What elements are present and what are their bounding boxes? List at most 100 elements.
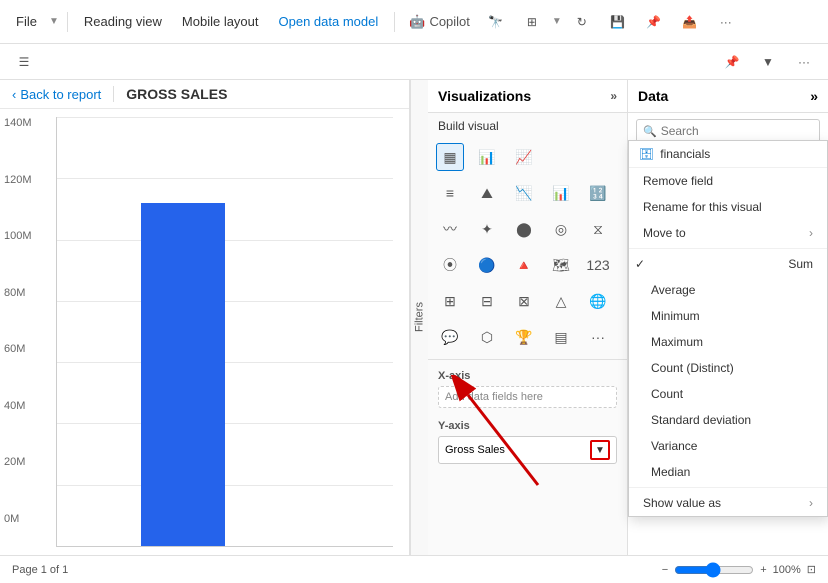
ctx-divider2: [629, 487, 827, 488]
menubar: File ▼ Reading view Mobile layout Open d…: [0, 0, 828, 44]
ctx-maximum-label: Maximum: [651, 335, 703, 349]
viz-qa-icon[interactable]: 💬: [436, 323, 464, 351]
viz-bar4-icon[interactable]: 🔢: [584, 179, 612, 207]
ctx-average[interactable]: Average: [629, 277, 827, 303]
report-header: ‹ Back to report GROSS SALES: [0, 80, 409, 109]
refresh-icon[interactable]: ↻: [566, 6, 598, 38]
viz-donut-icon[interactable]: ◎: [547, 215, 575, 243]
zoom-plus-icon[interactable]: +: [760, 564, 766, 576]
menu-sep-1: [67, 12, 68, 32]
viz-panel-header: Visualizations »: [428, 80, 627, 113]
ctx-show-value-as[interactable]: Show value as ›: [629, 490, 827, 516]
ctx-std-dev-label: Standard deviation: [651, 413, 751, 427]
ctx-db-icon: 🗄: [639, 147, 654, 161]
ctx-divider1: [629, 248, 827, 249]
hamburger-icon[interactable]: ☰: [8, 46, 40, 78]
grid-icon[interactable]: ⊞: [516, 6, 548, 38]
viz-grid2-icon[interactable]: ⊠: [510, 287, 538, 315]
viz-table-icon[interactable]: ⊞: [436, 287, 464, 315]
ctx-show-value-as-arrow: ›: [809, 496, 813, 510]
back-report-label: Back to report: [20, 87, 101, 102]
search-input[interactable]: [661, 124, 816, 138]
ctx-median[interactable]: Median: [629, 459, 827, 485]
statusbar: Page 1 of 1 − + 100% ⊡: [0, 555, 828, 583]
y-axis-dropdown-button[interactable]: ▼: [590, 440, 610, 460]
y-label-40m: 40M: [4, 400, 32, 412]
reading-view-menu[interactable]: Reading view: [76, 10, 170, 33]
filters-sidebar[interactable]: Filters: [410, 80, 428, 555]
mobile-layout-menu[interactable]: Mobile layout: [174, 10, 267, 33]
chart-area: 140M 120M 100M 80M 60M 40M 20M 0M: [0, 109, 409, 555]
viz-area-icon[interactable]: ⛰: [473, 179, 501, 207]
y-axis-section: Y-axis Gross Sales ▼: [428, 414, 627, 470]
viz-more-icon[interactable]: ···: [584, 323, 612, 351]
file-menu[interactable]: File: [8, 10, 45, 33]
ctx-minimum[interactable]: Minimum: [629, 303, 827, 329]
viz-combo-icon[interactable]: 📉: [510, 179, 538, 207]
viz-bar5-icon[interactable]: ▤: [547, 323, 575, 351]
viz-kpi-icon[interactable]: 🔵: [473, 251, 501, 279]
viz-line-icon[interactable]: 📈: [510, 143, 538, 171]
ctx-variance-label: Variance: [651, 439, 697, 453]
ctx-average-label: Average: [651, 283, 695, 297]
filter2-icon[interactable]: ▼: [752, 46, 784, 78]
x-axis-placeholder[interactable]: Add data fields here: [438, 386, 617, 408]
y-axis-field-label: Gross Sales: [445, 444, 505, 456]
y-label-20m: 20M: [4, 456, 32, 468]
ctx-maximum[interactable]: Maximum: [629, 329, 827, 355]
y-axis-field[interactable]: Gross Sales ▼: [438, 436, 617, 464]
viz-scatter-icon[interactable]: ✦: [473, 215, 501, 243]
viz-expand-icon[interactable]: »: [610, 89, 617, 103]
ctx-sum[interactable]: Sum: [629, 251, 827, 277]
viz-type-grid-row1: ▦ 📊 📈: [428, 139, 627, 175]
binoculars-icon[interactable]: 🔭: [480, 6, 512, 38]
pin2-icon[interactable]: 📌: [716, 46, 748, 78]
share-icon[interactable]: 📤: [674, 6, 706, 38]
viz-stacked-bar-icon[interactable]: ≡: [436, 179, 464, 207]
more2-icon[interactable]: ···: [788, 46, 820, 78]
back-arrow-icon: ‹: [12, 87, 16, 102]
copilot-icon[interactable]: 🤖 Copilot: [403, 6, 476, 38]
ctx-variance[interactable]: Variance: [629, 433, 827, 459]
viz-funnel-icon[interactable]: ⧖: [584, 215, 612, 243]
pin-icon[interactable]: 📌: [638, 6, 670, 38]
filters-label: Filters: [414, 303, 426, 333]
viz-shape-icon[interactable]: △: [547, 287, 575, 315]
toolbar2: ☰ 📌 ▼ ···: [0, 44, 828, 80]
build-visual-label: Build visual: [428, 113, 627, 139]
viz-trophy-icon[interactable]: 🏆: [510, 323, 538, 351]
ctx-remove-field[interactable]: Remove field: [629, 168, 827, 194]
zoom-minus-icon[interactable]: −: [662, 564, 668, 576]
ctx-move-to-label: Move to: [643, 226, 686, 240]
y-label-0m: 0M: [4, 513, 32, 525]
viz-map-icon[interactable]: 🔺: [510, 251, 538, 279]
fit-page-icon[interactable]: ⊡: [807, 563, 816, 576]
main-area: ‹ Back to report GROSS SALES 140M 120M 1…: [0, 80, 828, 555]
viz-bar-chart-icon[interactable]: ▦: [436, 143, 464, 171]
viz-type-grid-row4: ⦿ 🔵 🔺 🗺 123: [428, 247, 627, 283]
viz-pie-icon[interactable]: ⬤: [510, 215, 538, 243]
viz-filled-map-icon[interactable]: 🗺: [547, 251, 575, 279]
ctx-rename-visual[interactable]: Rename for this visual: [629, 194, 827, 220]
zoom-controls: − + 100% ⊡: [662, 562, 816, 578]
ctx-count[interactable]: Count: [629, 381, 827, 407]
gross-sales-bar[interactable]: [141, 203, 225, 546]
viz-bar2-icon[interactable]: 📊: [473, 143, 501, 171]
viz-123-icon[interactable]: 123: [584, 251, 612, 279]
ctx-move-to[interactable]: Move to ›: [629, 220, 827, 246]
viz-matrix-icon[interactable]: ⊟: [473, 287, 501, 315]
open-data-model-menu[interactable]: Open data model: [271, 10, 387, 33]
more-menu-icon[interactable]: ···: [710, 6, 742, 38]
viz-decomp-icon[interactable]: ⬡: [473, 323, 501, 351]
x-axis-section: X-axis Add data fields here: [428, 364, 627, 414]
viz-line2-icon[interactable]: 〰: [436, 215, 464, 243]
data-panel-expand-icon[interactable]: »: [810, 88, 818, 104]
save-icon[interactable]: 💾: [602, 6, 634, 38]
ctx-std-dev[interactable]: Standard deviation: [629, 407, 827, 433]
viz-gauge-icon[interactable]: ⦿: [436, 251, 464, 279]
back-report-button[interactable]: ‹ Back to report: [12, 87, 101, 102]
viz-bar3-icon[interactable]: 📊: [547, 179, 575, 207]
ctx-count-distinct[interactable]: Count (Distinct): [629, 355, 827, 381]
viz-geo-icon[interactable]: 🌐: [584, 287, 612, 315]
zoom-slider[interactable]: [674, 562, 754, 578]
